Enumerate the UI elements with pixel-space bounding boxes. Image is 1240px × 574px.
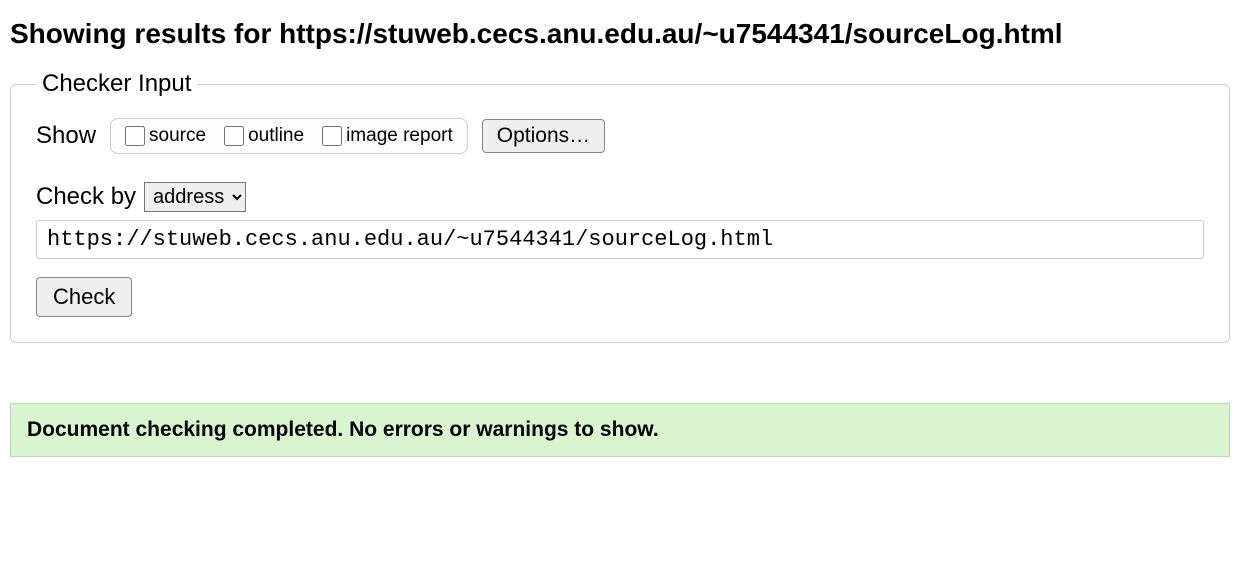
url-input[interactable] — [36, 220, 1204, 259]
show-image-report-label: image report — [346, 125, 453, 147]
show-label: Show — [36, 122, 96, 150]
show-row: Show source outline image report Options… — [36, 118, 1204, 154]
options-button[interactable]: Options… — [482, 119, 605, 153]
page-title: Showing results for https://stuweb.cecs.… — [10, 18, 1230, 50]
show-outline-item: outline — [224, 125, 304, 147]
check-by-label: Check by — [36, 183, 136, 211]
check-by-select[interactable]: address — [144, 182, 246, 212]
checker-input-fieldset: Checker Input Show source outline image … — [10, 70, 1230, 343]
show-checkbox-group: source outline image report — [110, 118, 468, 154]
show-image-report-checkbox[interactable] — [322, 126, 342, 146]
show-source-checkbox[interactable] — [125, 126, 145, 146]
show-outline-label: outline — [248, 125, 304, 147]
show-image-report-item: image report — [322, 125, 453, 147]
show-source-label: source — [149, 125, 206, 147]
check-by-row: Check by address — [36, 182, 1204, 212]
result-success-banner: Document checking completed. No errors o… — [10, 403, 1230, 457]
check-button[interactable]: Check — [36, 277, 132, 317]
show-outline-checkbox[interactable] — [224, 126, 244, 146]
checker-input-legend: Checker Input — [36, 70, 197, 98]
show-source-item: source — [125, 125, 206, 147]
